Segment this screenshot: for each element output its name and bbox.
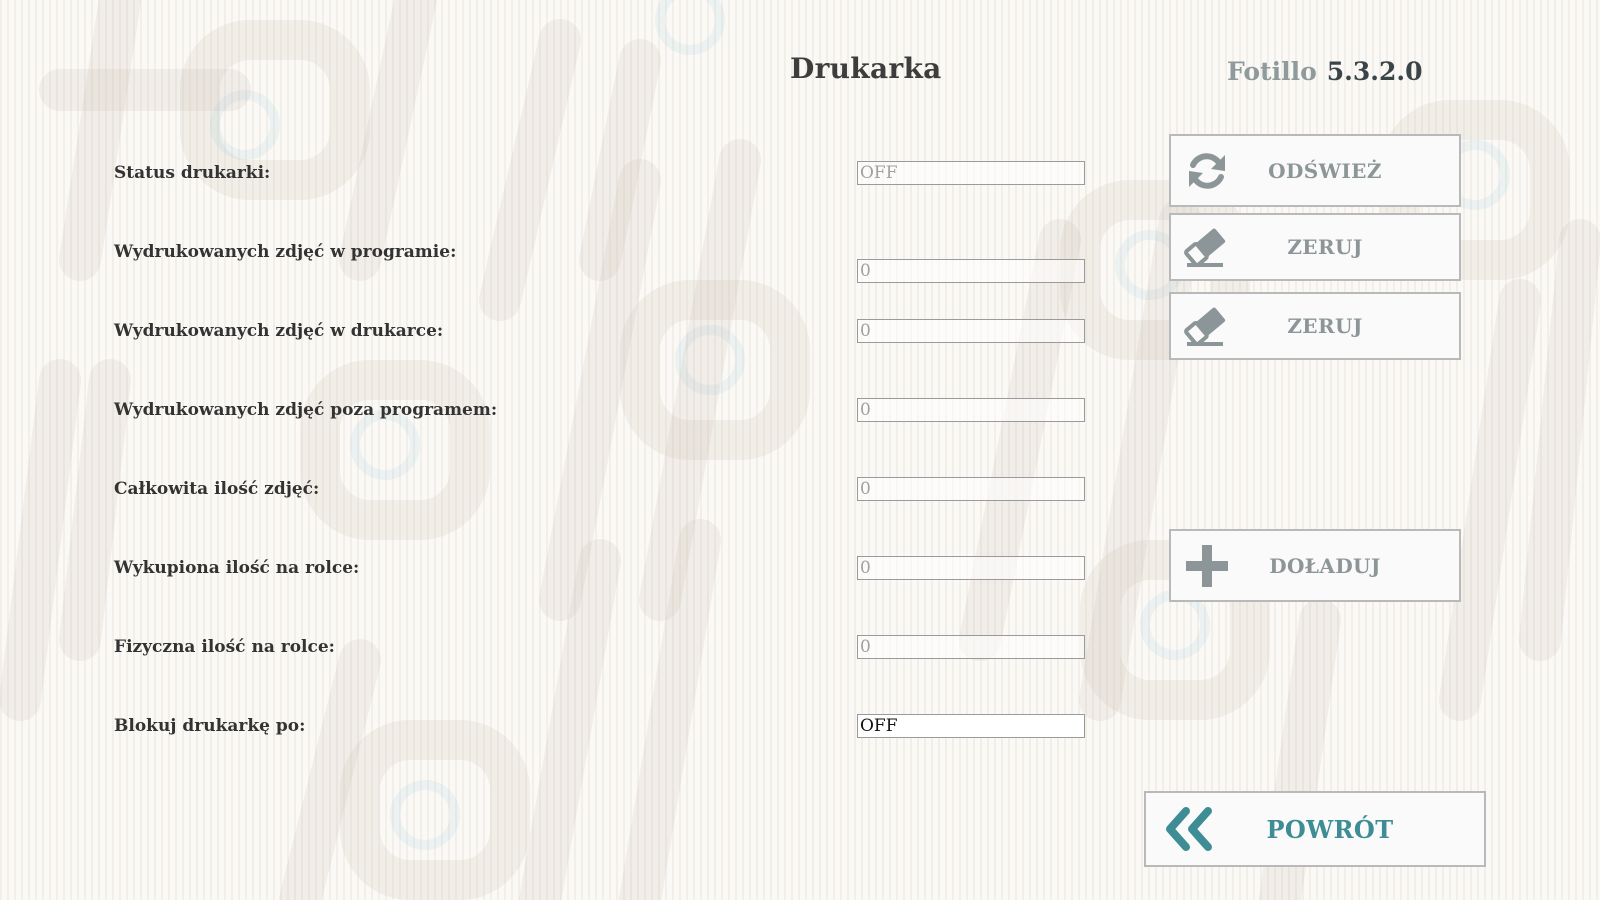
field-block-printer-after[interactable]: OFF <box>857 714 1085 738</box>
eraser-icon <box>1183 302 1231 350</box>
eraser-icon <box>1183 223 1231 271</box>
topup-button[interactable]: DOŁADUJ <box>1169 529 1461 602</box>
brand-name: Fotillo <box>1227 57 1317 86</box>
label-total-photos: Całkowita ilość zdjęć: <box>114 479 320 499</box>
reset-program-count-button[interactable]: ZERUJ <box>1169 213 1461 281</box>
field-purchased-on-roll: 0 <box>857 556 1085 580</box>
label-purchased-on-roll: Wykupiona ilość na rolce: <box>114 558 360 578</box>
label-block-printer-after: Blokuj drukarkę po: <box>114 716 306 736</box>
refresh-icon <box>1183 147 1231 195</box>
field-printed-in-printer: 0 <box>857 319 1085 343</box>
refresh-button[interactable]: ODŚWIEŻ <box>1169 134 1461 207</box>
field-total-photos: 0 <box>857 477 1085 501</box>
field-printer-status: OFF <box>857 161 1085 185</box>
label-printed-outside-program: Wydrukowanych zdjęć poza programem: <box>114 400 498 420</box>
reset-printer-count-button[interactable]: ZERUJ <box>1169 292 1461 360</box>
page-title: Drukarka <box>790 52 942 85</box>
label-printer-status: Status drukarki: <box>114 163 271 183</box>
plus-icon <box>1183 542 1231 590</box>
field-printed-in-program: 0 <box>857 259 1085 283</box>
app-brand: Fotillo 5.3.2.0 <box>1227 57 1422 86</box>
label-physical-on-roll: Fizyczna ilość na rolce: <box>114 637 335 657</box>
app-version: 5.3.2.0 <box>1326 57 1423 86</box>
back-button[interactable]: POWRÓT <box>1144 791 1486 867</box>
double-chevron-left-icon <box>1162 805 1218 853</box>
label-printed-in-printer: Wydrukowanych zdjęć w drukarce: <box>114 321 444 341</box>
field-physical-on-roll: 0 <box>857 635 1085 659</box>
label-printed-in-program: Wydrukowanych zdjęć w programie: <box>114 242 457 262</box>
field-printed-outside-program: 0 <box>857 398 1085 422</box>
